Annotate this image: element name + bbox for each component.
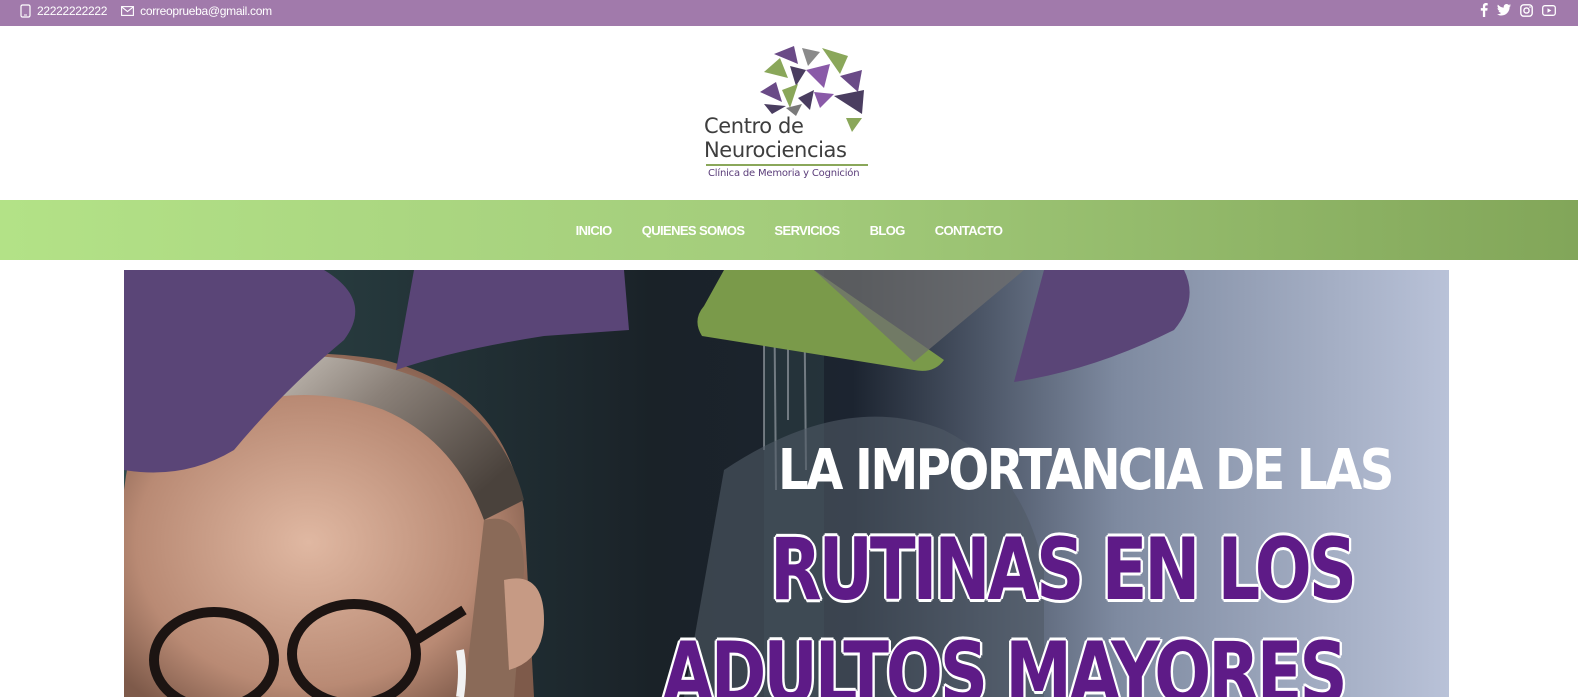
hero-banner[interactable]: LA IMPORTANCIA DE LAS RUTINAS EN LOS ADU… (124, 270, 1449, 697)
phone-number: 22222222222 (37, 4, 108, 18)
top-bar: 22222222222 correoprueba@gmail.com (0, 0, 1578, 26)
hero-title-line-1: LA IMPORTANCIA DE LAS (778, 438, 1394, 503)
hero-title-line-2: RUTINAS EN LOS (769, 519, 1358, 622)
site-header: Centro de Neurociencias Clínica de Memor… (0, 26, 1578, 200)
main-nav: INICIO QUIENES SOMOS SERVICIOS BLOG CONT… (0, 200, 1578, 260)
logo-divider (706, 164, 868, 166)
twitter-icon[interactable] (1497, 4, 1511, 16)
logo-tagline: Clínica de Memoria y Cognición (708, 168, 860, 179)
hero-title-line-3: ADULTOS MAYORES (661, 623, 1349, 697)
instagram-icon[interactable] (1520, 3, 1533, 17)
envelope-icon (121, 6, 135, 16)
logo-line-1: Centro de (704, 114, 804, 138)
phone-link[interactable]: 22222222222 (20, 4, 107, 18)
nav-item-servicios[interactable]: SERVICIOS (774, 223, 840, 238)
nav-item-contacto[interactable]: CONTACTO (935, 223, 1003, 238)
logo-line-2: Neurociencias (704, 138, 847, 162)
phone-icon (20, 4, 31, 18)
site-logo[interactable]: Centro de Neurociencias Clínica de Memor… (702, 42, 874, 187)
nav-item-inicio[interactable]: INICIO (576, 223, 613, 238)
email-link[interactable]: correoprueba@gmail.com (121, 4, 272, 18)
contact-info: 22222222222 correoprueba@gmail.com (20, 0, 286, 22)
social-links (1471, 0, 1556, 20)
nav-item-quienes-somos[interactable]: QUIENES SOMOS (642, 223, 745, 238)
youtube-icon[interactable] (1542, 4, 1556, 16)
facebook-icon[interactable] (1480, 3, 1488, 17)
email-address: correoprueba@gmail.com (140, 4, 272, 18)
nav-item-blog[interactable]: BLOG (870, 223, 906, 238)
